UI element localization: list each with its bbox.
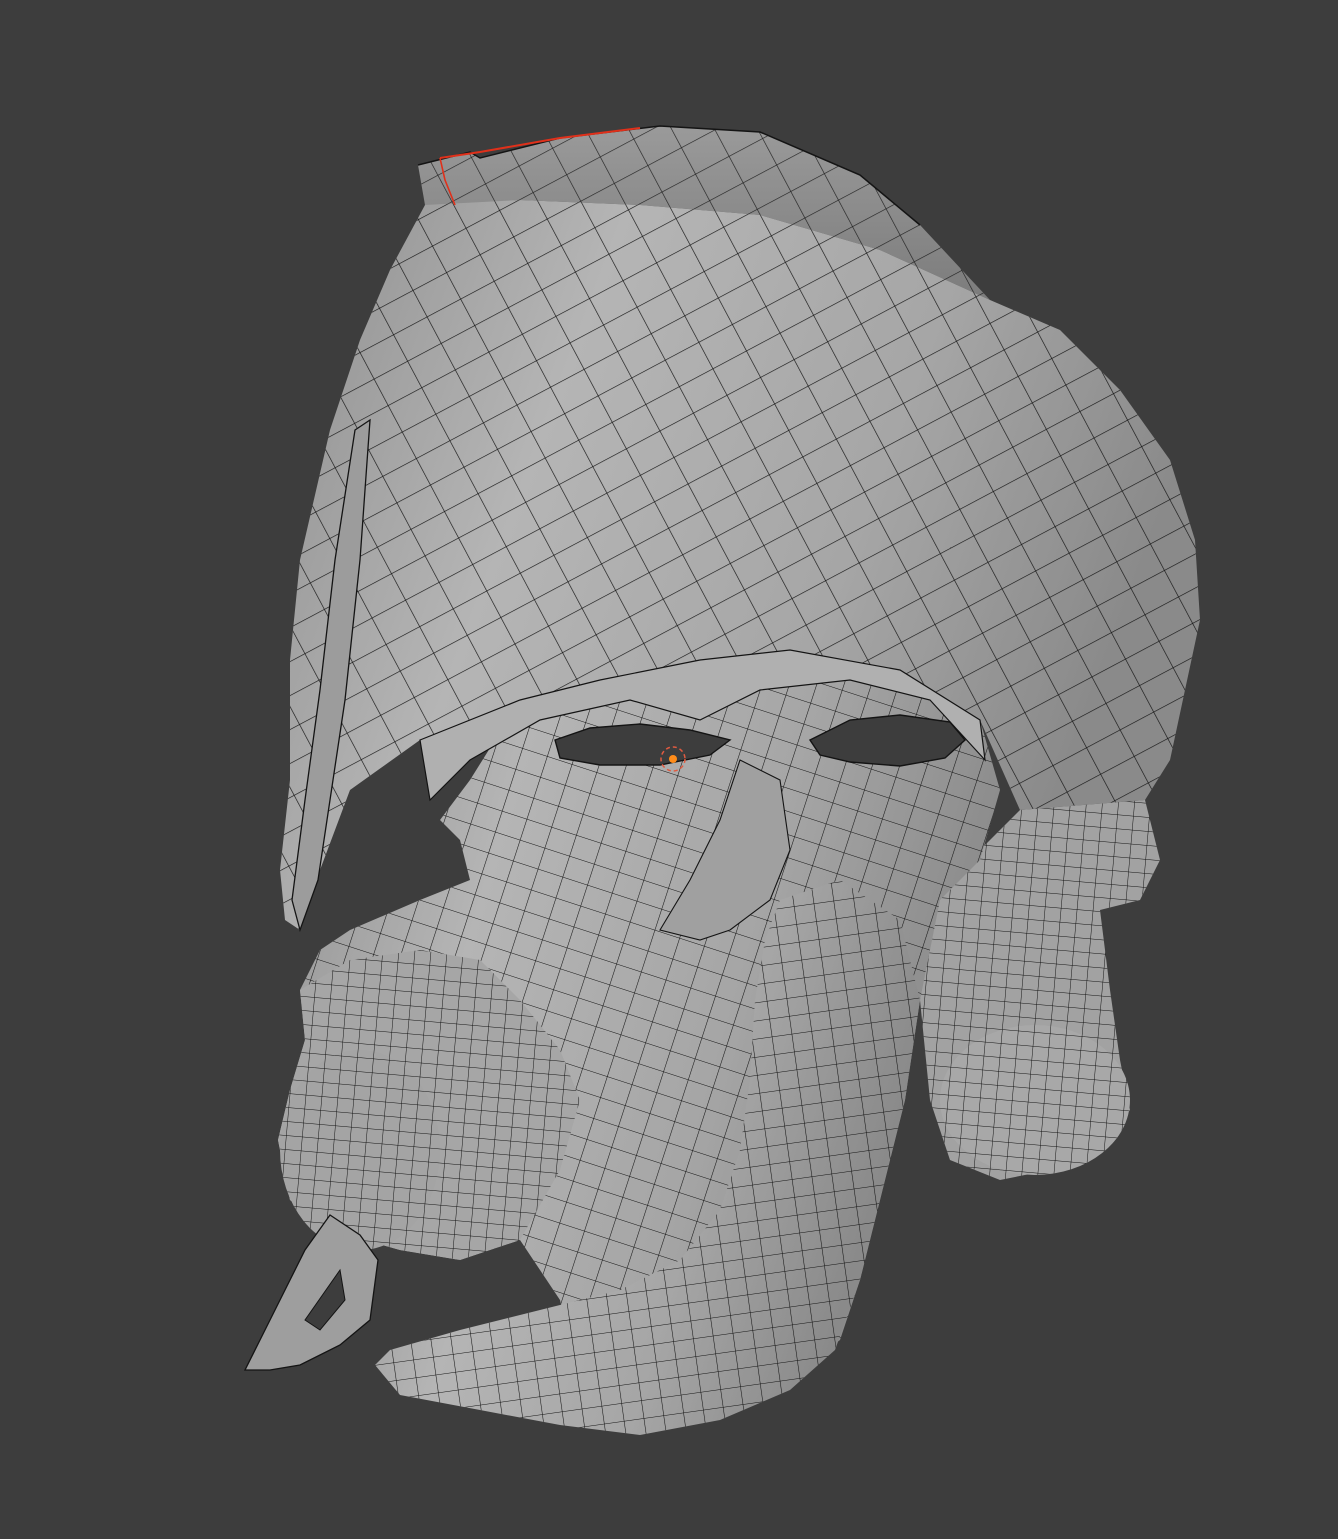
origin-dot bbox=[669, 755, 677, 763]
3d-viewport[interactable] bbox=[0, 0, 1338, 1539]
mask-mesh-object[interactable] bbox=[243, 125, 1200, 1435]
chin-spike bbox=[243, 1214, 379, 1371]
